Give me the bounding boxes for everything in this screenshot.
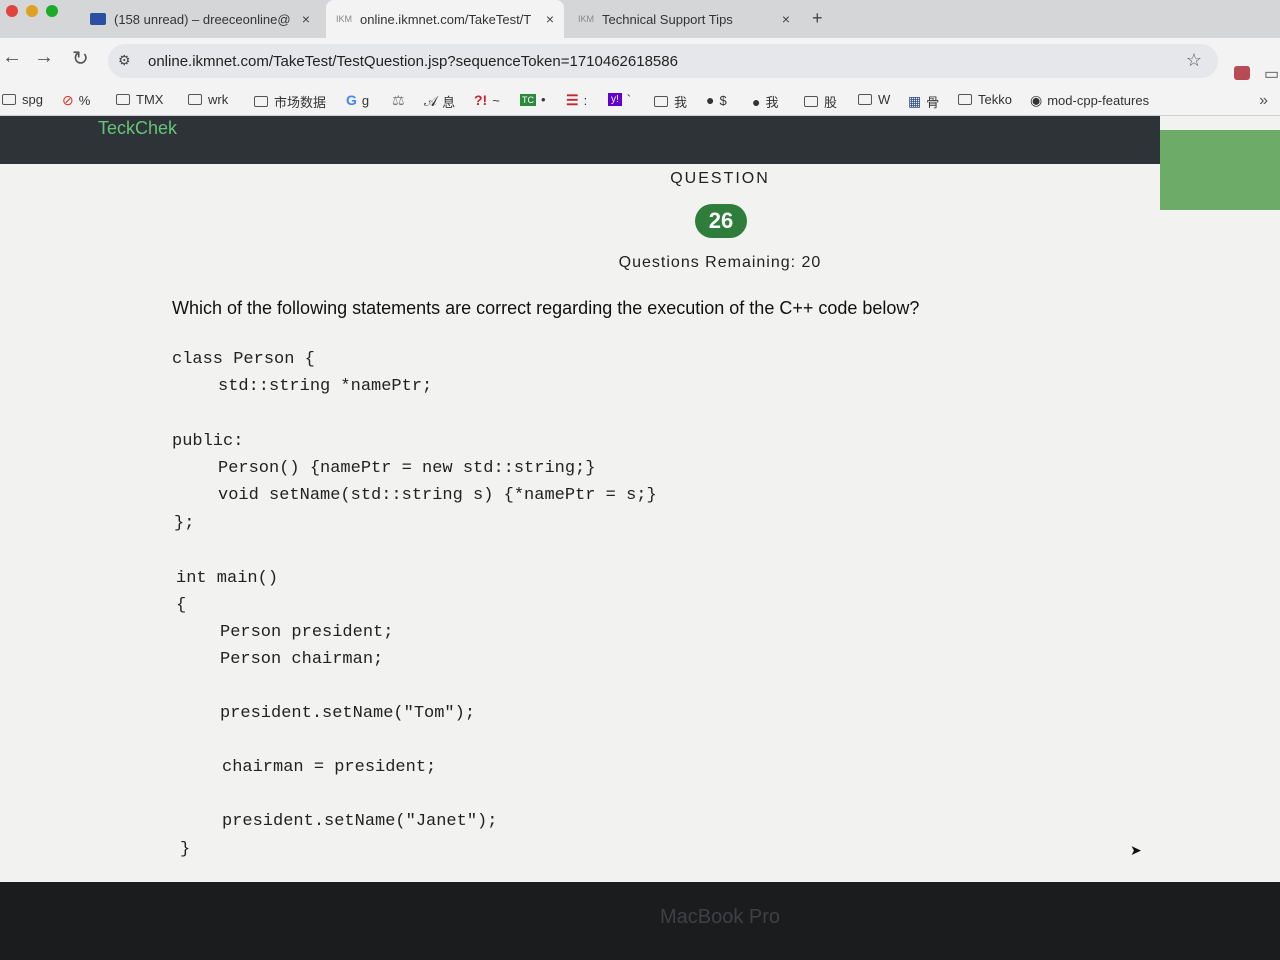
globe-icon: ● bbox=[752, 93, 761, 110]
globe-icon: ● bbox=[706, 92, 715, 108]
code-line: president.setName("Tom"); bbox=[220, 704, 476, 723]
tab-technical-support[interactable]: IKM Technical Support Tips × bbox=[568, 0, 800, 38]
site-header: TeckChek bbox=[0, 116, 1160, 164]
code-line: int main() bbox=[176, 569, 279, 588]
github-icon: ◉ bbox=[1030, 92, 1043, 108]
folder-icon bbox=[858, 94, 872, 105]
more-bookmarks-icon[interactable]: » bbox=[1259, 92, 1268, 110]
brand-logo[interactable]: TeckChek bbox=[98, 118, 177, 139]
code-line: public: bbox=[172, 432, 244, 451]
tab-title: Technical Support Tips bbox=[602, 11, 733, 27]
mouse-cursor-icon: ➤ bbox=[1130, 842, 1142, 858]
bookmark-mod-cpp-features[interactable]: ◉ mod-cpp-features bbox=[1030, 92, 1149, 109]
grid-icon: ▦ bbox=[908, 93, 922, 109]
question-number-badge: 26 bbox=[695, 204, 747, 238]
chart-icon: ⚖ bbox=[392, 92, 405, 108]
test-page: TeckChek QUESTION 26 Questions Remaining… bbox=[0, 116, 1280, 882]
questions-remaining: Questions Remaining: 20 bbox=[618, 254, 822, 271]
code-line: Person() {namePtr = new std::string;} bbox=[218, 459, 596, 478]
google-icon: G bbox=[346, 92, 357, 108]
bookmark-tmx[interactable]: TMX bbox=[116, 92, 163, 107]
close-window-button[interactable] bbox=[6, 5, 18, 17]
bookmark-tc[interactable]: TC • bbox=[520, 92, 546, 107]
ikm-favicon-icon: IKM bbox=[336, 14, 353, 24]
device-label: MacBook Pro bbox=[659, 906, 781, 928]
bookmark-alert[interactable]: ?! ~ bbox=[474, 92, 500, 108]
code-line: Person president; bbox=[220, 623, 394, 642]
address-bar[interactable]: ⚙ online.ikmnet.com/TakeTest/TestQuestio… bbox=[108, 44, 1218, 78]
mail-icon bbox=[90, 13, 106, 25]
yahoo-icon: y! bbox=[608, 93, 622, 106]
url-text: online.ikmnet.com/TakeTest/TestQuestion.… bbox=[148, 53, 678, 70]
ikm-favicon-icon: IKM bbox=[578, 14, 595, 24]
folder-icon bbox=[254, 96, 268, 107]
new-tab-button[interactable]: + bbox=[812, 8, 823, 29]
code-line: } bbox=[180, 840, 191, 859]
tc-icon: TC bbox=[520, 93, 536, 106]
bookmark-market-data[interactable]: 市场数据 bbox=[254, 92, 326, 111]
bookmark-yahoo[interactable]: y! ` bbox=[608, 92, 631, 107]
code-line: }; bbox=[174, 514, 195, 533]
side-panel-icon[interactable]: ▭ bbox=[1264, 64, 1279, 84]
forward-arrow-icon[interactable]: → bbox=[34, 46, 54, 69]
tab-title: online.ikmnet.com/TakeTest/T bbox=[360, 11, 532, 27]
script-icon: 𝒜 bbox=[424, 93, 438, 109]
bookmark-menu[interactable]: ☰: bbox=[566, 92, 587, 109]
tab-test-question[interactable]: IKM online.ikmnet.com/TakeTest/T × bbox=[326, 0, 564, 38]
extension-icon[interactable] bbox=[1234, 66, 1250, 80]
blocked-icon: ⊘ bbox=[62, 92, 74, 108]
minimize-window-button[interactable] bbox=[26, 5, 38, 17]
menu-icon: ☰ bbox=[566, 92, 579, 108]
code-line: std::string *namePtr; bbox=[218, 377, 433, 396]
bookmark-percent[interactable]: ⊘% bbox=[62, 92, 90, 109]
bookmark-grid[interactable]: ▦ 骨 bbox=[908, 92, 939, 111]
site-settings-icon[interactable]: ⚙ bbox=[118, 52, 131, 69]
code-line: Person chairman; bbox=[220, 650, 384, 669]
bookmark-w[interactable]: W bbox=[858, 92, 890, 107]
question-prompt: Which of the following statements are co… bbox=[172, 298, 920, 318]
bookmark-tekko[interactable]: Tekko bbox=[958, 92, 1012, 107]
bookmarks-bar: spg ⊘% TMX wrk 市场数据 Gg ⚖ 𝒜息 ?! ~ TC • ☰: y… bbox=[0, 84, 1280, 116]
bookmark-wrk[interactable]: wrk bbox=[188, 92, 228, 107]
bookmark-me[interactable]: 我 bbox=[654, 92, 687, 111]
bookmark-me-2[interactable]: ● 我 bbox=[752, 92, 778, 111]
bookmark-google[interactable]: Gg bbox=[346, 92, 369, 108]
bookmark-spg[interactable]: spg bbox=[2, 92, 43, 107]
tab-bar: (158 unread) – dreeceonline@ × IKM onlin… bbox=[0, 0, 1280, 38]
folder-icon bbox=[188, 94, 202, 105]
reload-icon[interactable]: ↻ bbox=[72, 46, 89, 71]
back-arrow-icon[interactable]: ← bbox=[2, 46, 22, 69]
folder-icon bbox=[804, 96, 818, 107]
code-line: void setName(std::string s) {*namePtr = … bbox=[218, 486, 657, 505]
bookmark-stocks[interactable]: 股 bbox=[804, 92, 837, 111]
close-tab-icon[interactable]: × bbox=[302, 11, 310, 27]
close-tab-icon[interactable]: × bbox=[546, 11, 554, 27]
bookmark-dollar[interactable]: ● $ bbox=[706, 92, 727, 108]
browser-toolbar: ← → ↻ ⚙ online.ikmnet.com/TakeTest/TestQ… bbox=[0, 38, 1280, 84]
tab-title: (158 unread) – dreeceonline@ bbox=[114, 11, 291, 27]
bookmark-info[interactable]: 𝒜息 bbox=[424, 92, 455, 111]
bookmark-chart[interactable]: ⚖ bbox=[392, 92, 410, 109]
code-line: { bbox=[176, 596, 187, 615]
code-line: class Person { bbox=[172, 350, 315, 369]
tab-gmail[interactable]: (158 unread) – dreeceonline@ × bbox=[80, 0, 320, 38]
question-label: QUESTION bbox=[670, 170, 770, 187]
close-tab-icon[interactable]: × bbox=[782, 11, 790, 27]
folder-icon bbox=[958, 94, 972, 105]
alert-icon: ?! bbox=[474, 92, 488, 108]
folder-icon bbox=[116, 94, 130, 105]
folder-icon bbox=[2, 94, 16, 105]
folder-icon bbox=[654, 96, 668, 107]
code-line: president.setName("Janet"); bbox=[222, 812, 498, 831]
code-line: chairman = president; bbox=[222, 758, 437, 777]
bookmark-star-icon[interactable]: ☆ bbox=[1186, 50, 1202, 71]
zoom-window-button[interactable] bbox=[46, 5, 58, 17]
